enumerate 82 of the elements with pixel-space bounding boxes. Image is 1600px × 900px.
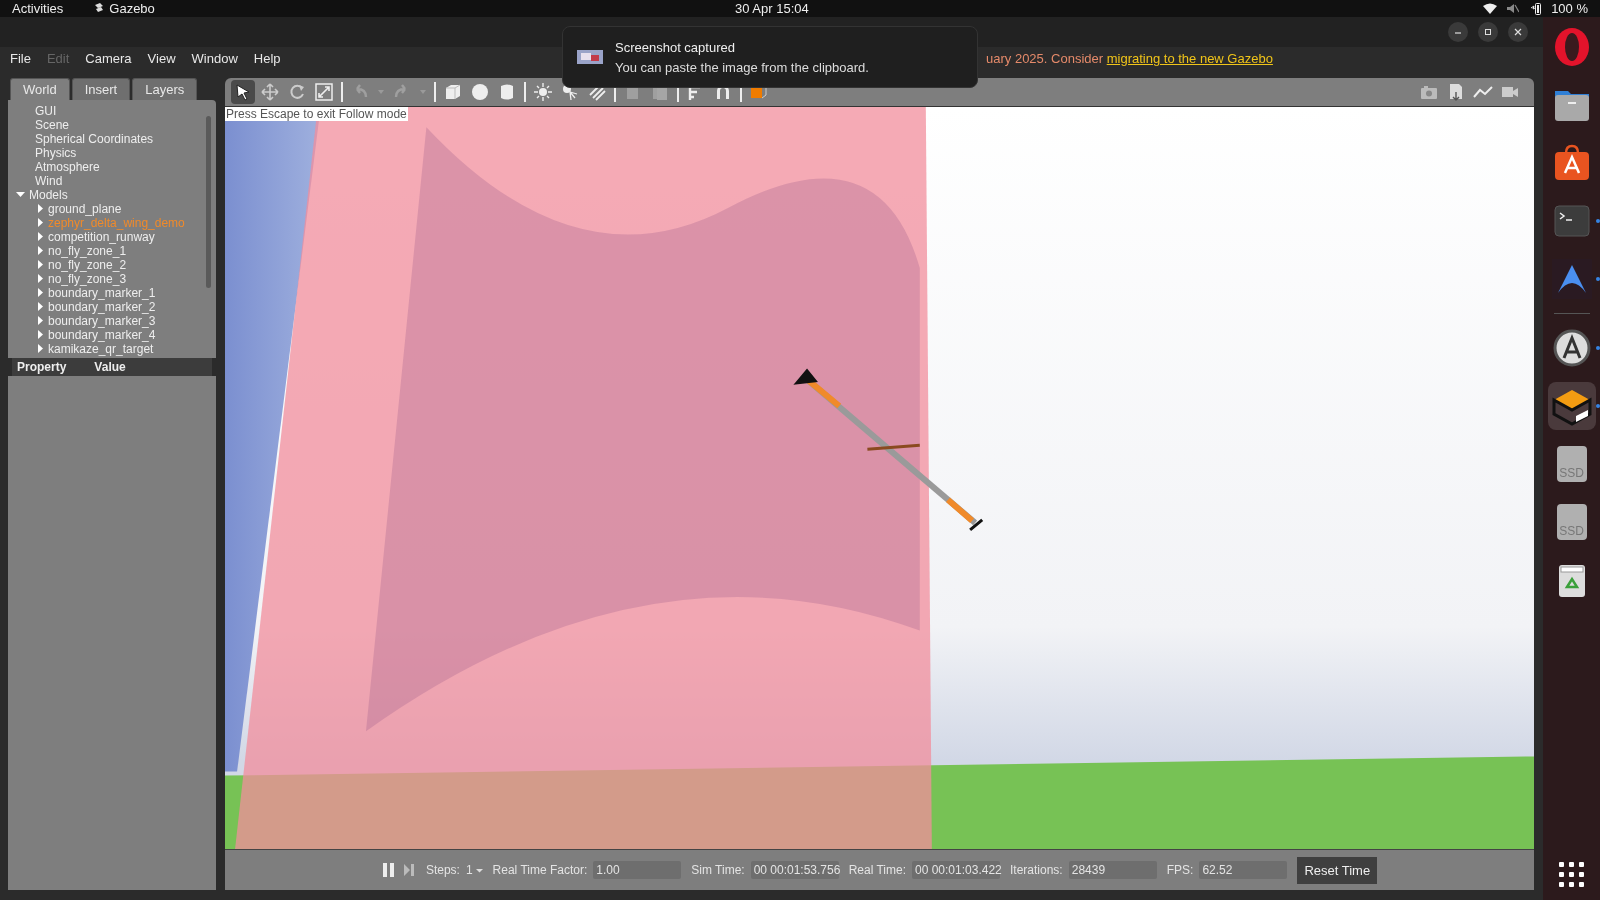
tree-item[interactable]: competition_runway bbox=[48, 229, 155, 244]
collapsed-arrow-icon[interactable] bbox=[36, 316, 44, 326]
tree-item[interactable]: Wind bbox=[35, 173, 63, 188]
column-header: Value bbox=[94, 359, 126, 374]
a-logo-icon bbox=[1551, 258, 1592, 299]
caret-icon bbox=[475, 867, 483, 873]
status-label: Sim Time: bbox=[691, 863, 745, 877]
steps-dropdown[interactable]: 1 bbox=[465, 863, 483, 877]
scrollbar[interactable] bbox=[206, 115, 211, 288]
deprecation-warning: uary 2025. Consider migrating to the new Gazebo bbox=[986, 50, 1273, 66]
status-value-field: 62.52 bbox=[1199, 861, 1288, 879]
collapsed-arrow-icon[interactable] bbox=[36, 330, 44, 340]
status-label: Real Time: bbox=[848, 863, 906, 877]
status-label: Real Time Factor: bbox=[492, 863, 588, 877]
tree-item[interactable]: no_fly_zone_1 bbox=[48, 243, 127, 258]
collapsed-arrow-icon[interactable] bbox=[36, 288, 44, 298]
battery-icon[interactable] bbox=[1529, 1, 1542, 15]
clock[interactable]: 30 Apr 15:04 bbox=[735, 0, 809, 16]
tree-item[interactable]: no_fly_zone_2 bbox=[48, 257, 127, 272]
status-label: Iterations: bbox=[1010, 863, 1063, 877]
close-icon bbox=[1513, 26, 1523, 37]
maximize-button[interactable] bbox=[1478, 21, 1498, 42]
dock-item[interactable]: SSD bbox=[1547, 497, 1596, 546]
column-header: Property bbox=[17, 359, 67, 374]
panel-tab[interactable]: Layers bbox=[132, 77, 198, 100]
tree-item[interactable]: boundary_marker_1 bbox=[48, 285, 156, 300]
drive-icon: SSD bbox=[1556, 445, 1587, 482]
tree-item[interactable]: Physics bbox=[35, 145, 77, 160]
collapsed-arrow-icon[interactable] bbox=[36, 260, 44, 270]
menu-item[interactable]: Window bbox=[191, 50, 238, 66]
expanded-arrow-icon[interactable] bbox=[16, 190, 25, 200]
wifi-icon[interactable] bbox=[1483, 2, 1498, 14]
tree-item[interactable]: boundary_marker_3 bbox=[48, 313, 156, 328]
tree-item[interactable]: ground_plane bbox=[48, 201, 122, 216]
app-menu[interactable]: Gazebo bbox=[109, 0, 155, 16]
update-icon bbox=[1551, 327, 1592, 368]
step-forward-icon[interactable] bbox=[401, 862, 416, 878]
tree-item[interactable]: Models bbox=[29, 187, 68, 202]
tree-item[interactable]: GUI bbox=[35, 103, 57, 118]
tree-item[interactable]: Spherical Coordinates bbox=[35, 131, 154, 146]
tree-item[interactable]: boundary_marker_4 bbox=[48, 327, 156, 342]
collapsed-arrow-icon[interactable] bbox=[36, 218, 44, 228]
panel-tab[interactable]: World bbox=[10, 77, 70, 100]
maximize-icon bbox=[1483, 26, 1493, 37]
tree-item[interactable]: Scene bbox=[35, 117, 70, 132]
minimize-button[interactable] bbox=[1448, 21, 1468, 42]
dock-item[interactable]: SSD bbox=[1547, 439, 1596, 488]
tree-item[interactable]: kamikaze_qr_target bbox=[48, 341, 154, 356]
migration-link[interactable]: migrating to the new Gazebo bbox=[1106, 50, 1273, 66]
notification-message: You can paste the image from the clipboard. bbox=[615, 59, 869, 75]
collapsed-arrow-icon[interactable] bbox=[36, 204, 44, 214]
collapsed-arrow-icon[interactable] bbox=[36, 246, 44, 256]
collapsed-arrow-icon[interactable] bbox=[36, 344, 44, 354]
app-icon bbox=[93, 2, 106, 15]
status-label: FPS: bbox=[1166, 863, 1194, 877]
screenshot-thumbnail bbox=[577, 50, 603, 64]
menu-item[interactable]: View bbox=[147, 50, 176, 66]
close-button[interactable] bbox=[1508, 21, 1528, 42]
tree-item[interactable]: no_fly_zone_3 bbox=[48, 271, 127, 286]
app-grid-icon[interactable] bbox=[1558, 862, 1585, 888]
status-value-field: 28439 bbox=[1068, 861, 1157, 879]
tree-item[interactable]: Atmosphere bbox=[35, 159, 100, 174]
status-value-field: 00 00:01:03.422 bbox=[912, 861, 1000, 879]
panel-tab[interactable]: Insert bbox=[71, 77, 131, 100]
activities-button[interactable]: Activities bbox=[12, 0, 64, 16]
menu-item[interactable]: Camera bbox=[85, 50, 132, 66]
notification-popup[interactable]: Screenshot captured You can paste the image from the clipboard. bbox=[562, 26, 978, 88]
pause-icon[interactable] bbox=[381, 862, 396, 878]
menu-item[interactable]: Help bbox=[253, 50, 281, 66]
collapsed-arrow-icon[interactable] bbox=[36, 302, 44, 312]
tree-item[interactable]: boundary_marker_2 bbox=[48, 299, 156, 314]
collapsed-arrow-icon[interactable] bbox=[36, 274, 44, 284]
steps-label: Steps: bbox=[425, 863, 460, 877]
notification-title: Screenshot captured bbox=[615, 39, 736, 55]
collapsed-arrow-icon[interactable] bbox=[36, 232, 44, 242]
status-value-field: 00 00:01:53.756 bbox=[750, 861, 839, 879]
menu-item[interactable]: File bbox=[10, 50, 31, 66]
reset-time-button[interactable]: Reset Time bbox=[1297, 856, 1378, 884]
drive-icon: SSD bbox=[1556, 503, 1587, 540]
status-value-field: 1.00 bbox=[593, 861, 682, 879]
muted-speaker-icon[interactable] bbox=[1507, 2, 1520, 14]
battery-percentage[interactable]: 100 % bbox=[1551, 0, 1588, 16]
